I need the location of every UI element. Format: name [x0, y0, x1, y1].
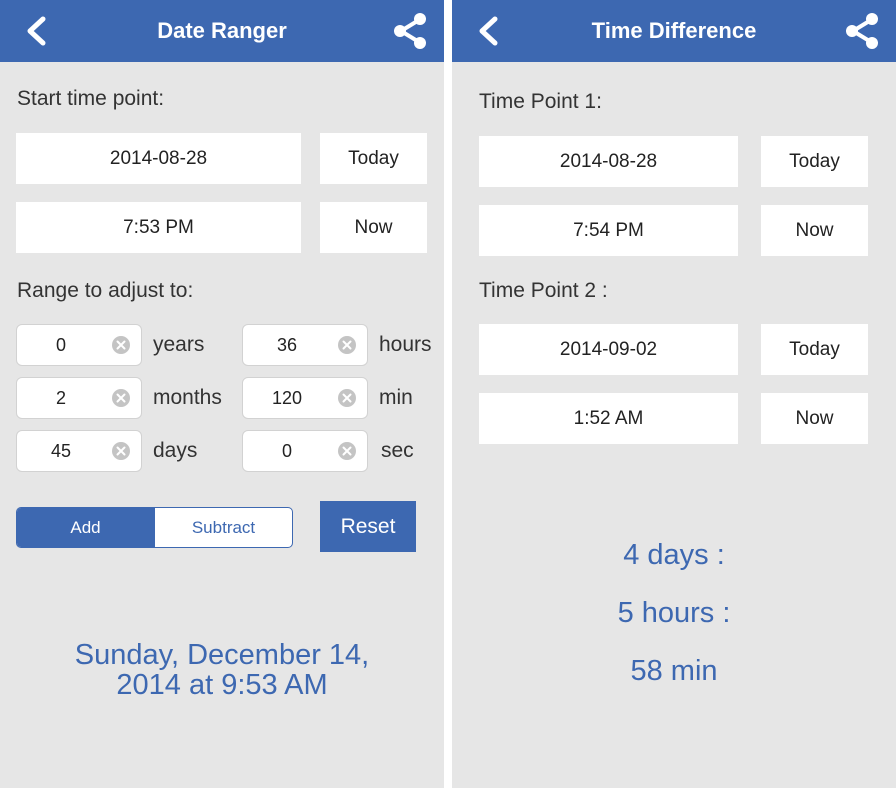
start-date-field[interactable]: 2014-08-28	[16, 133, 301, 184]
clear-icon[interactable]	[337, 335, 357, 355]
today-button[interactable]: Today	[761, 136, 868, 187]
nav-bar: Date Ranger	[0, 0, 444, 62]
clear-icon[interactable]	[337, 441, 357, 461]
page-title: Time Difference	[591, 18, 757, 43]
now-button[interactable]: Now	[761, 205, 868, 256]
years-input[interactable]: 0	[16, 324, 142, 366]
min-value: 120	[271, 388, 303, 408]
reset-button[interactable]: Reset	[320, 501, 416, 552]
add-segment[interactable]: Add	[17, 508, 154, 547]
days-input[interactable]: 45	[16, 430, 142, 472]
months-input[interactable]: 2	[16, 377, 142, 419]
share-icon[interactable]	[390, 11, 430, 51]
days-unit-label: days	[153, 439, 198, 462]
today-button[interactable]: Today	[761, 324, 868, 375]
diff-hours: 5 hours :	[617, 597, 731, 629]
chevron-left-icon[interactable]	[470, 12, 506, 50]
range-label: Range to adjust to:	[17, 279, 194, 302]
time-difference-screen: Time Difference Time Point 1: 2014-08-28…	[452, 0, 896, 788]
years-unit-label: years	[153, 333, 205, 356]
start-time-field[interactable]: 7:53 PM	[16, 202, 301, 253]
years-value: 0	[55, 335, 66, 355]
days-value: 45	[50, 441, 72, 461]
point-2-time-field[interactable]: 1:52 AM	[479, 393, 738, 444]
point-1-time-field[interactable]: 7:54 PM	[479, 205, 738, 256]
diff-days: 4 days :	[623, 539, 725, 571]
hours-unit-label: hours	[379, 333, 432, 356]
now-button[interactable]: Now	[761, 393, 868, 444]
clear-icon[interactable]	[337, 388, 357, 408]
now-button[interactable]: Now	[320, 202, 427, 253]
months-value: 2	[55, 388, 66, 408]
hours-input[interactable]: 36	[242, 324, 368, 366]
result-line-1: Sunday, December 14,	[74, 639, 370, 671]
start-time-label: Start time point:	[17, 87, 165, 110]
diff-min: 58 min	[630, 655, 718, 687]
clear-icon[interactable]	[111, 441, 131, 461]
chevron-left-icon[interactable]	[18, 12, 54, 50]
nav-bar: Time Difference	[452, 0, 896, 62]
date-ranger-screen: Date Ranger Start time point: 2014-08-28…	[0, 0, 444, 788]
clear-icon[interactable]	[111, 335, 131, 355]
share-icon[interactable]	[842, 11, 882, 51]
sec-input[interactable]: 0	[242, 430, 368, 472]
result-line-2: 2014 at 9:53 AM	[116, 669, 328, 701]
sec-unit-label: sec	[381, 439, 414, 462]
add-subtract-toggle: Add Subtract	[16, 507, 293, 548]
page-title: Date Ranger	[157, 18, 287, 43]
hours-value: 36	[276, 335, 298, 355]
time-point-1-label: Time Point 1:	[479, 90, 602, 113]
point-2-date-field[interactable]: 2014-09-02	[479, 324, 738, 375]
min-unit-label: min	[379, 386, 413, 409]
months-unit-label: months	[153, 386, 222, 409]
sec-value: 0	[281, 441, 292, 461]
point-1-date-field[interactable]: 2014-08-28	[479, 136, 738, 187]
min-input[interactable]: 120	[242, 377, 368, 419]
time-point-2-label: Time Point 2 :	[479, 279, 608, 302]
clear-icon[interactable]	[111, 388, 131, 408]
today-button[interactable]: Today	[320, 133, 427, 184]
subtract-segment[interactable]: Subtract	[154, 508, 292, 547]
